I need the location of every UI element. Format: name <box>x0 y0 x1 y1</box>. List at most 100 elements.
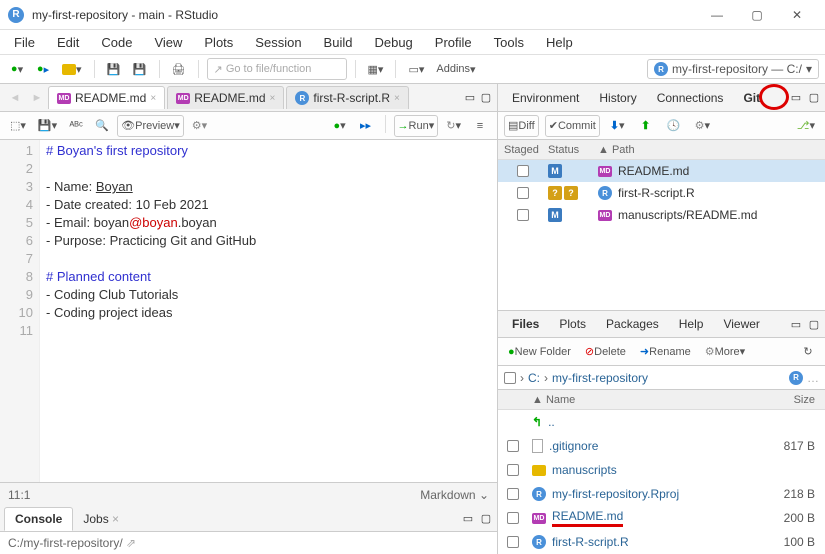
menu-tools[interactable]: Tools <box>484 33 534 52</box>
refresh-button[interactable]: ↻ <box>797 341 819 363</box>
file-type-selector[interactable]: Markdown ⌄ <box>420 488 489 502</box>
menu-code[interactable]: Code <box>91 33 142 52</box>
menu-view[interactable]: View <box>144 33 192 52</box>
menu-file[interactable]: File <box>4 33 45 52</box>
menu-edit[interactable]: Edit <box>47 33 89 52</box>
file-checkbox[interactable] <box>507 488 519 500</box>
preview-button[interactable]: 👁 Preview ▾ <box>117 115 184 137</box>
git-file-row[interactable]: ??Rfirst-R-script.R <box>498 182 825 204</box>
grid-icon[interactable]: ▦▾ <box>364 58 388 80</box>
console-min-icon[interactable]: ▭ <box>461 512 475 526</box>
tab-plots[interactable]: Plots <box>549 313 596 335</box>
rename-button[interactable]: ➜ Rename <box>636 341 695 363</box>
editor-tab[interactable]: Rfirst-R-script.R× <box>286 86 409 109</box>
r-project-icon[interactable]: R <box>789 371 803 385</box>
menu-help[interactable]: Help <box>536 33 583 52</box>
editor-statusbar: 11:1 Markdown ⌄ <box>0 482 497 506</box>
show-outline-button[interactable]: ⬚▾ <box>6 115 30 137</box>
git-file-row[interactable]: MMDREADME.md <box>498 160 825 182</box>
console-body[interactable]: C:/my-first-repository/ ⇗ <box>0 532 497 554</box>
goto-file-input[interactable]: ↗ Go to file/function <box>207 58 347 80</box>
tab-files[interactable]: Files <box>502 313 549 335</box>
save-all-button[interactable]: 💾 <box>129 58 151 80</box>
menu-debug[interactable]: Debug <box>364 33 422 52</box>
outline-toggle-button[interactable]: ≡ <box>469 115 491 137</box>
save-doc-button[interactable]: 💾▾ <box>34 115 61 137</box>
menu-session[interactable]: Session <box>245 33 311 52</box>
minimize-button[interactable]: — <box>697 0 737 30</box>
file-checkbox[interactable] <box>507 536 519 548</box>
pull-button[interactable]: ⬇▾ <box>606 115 629 137</box>
menu-profile[interactable]: Profile <box>425 33 482 52</box>
editor-tab[interactable]: MDREADME.md× <box>167 86 284 109</box>
find-button[interactable]: 🔍 <box>91 115 113 137</box>
delete-button[interactable]: ⊘ Delete <box>581 341 630 363</box>
files-max-icon[interactable]: ▢ <box>807 317 821 331</box>
tab-environment[interactable]: Environment <box>502 87 589 109</box>
addins-button[interactable]: Addins ▾ <box>432 58 479 80</box>
open-file-button[interactable]: ▾ <box>58 58 86 80</box>
menu-build[interactable]: Build <box>314 33 363 52</box>
close-tab-icon[interactable]: × <box>150 93 156 104</box>
select-all-checkbox[interactable] <box>504 372 516 384</box>
new-folder-button[interactable]: ● New Folder <box>504 341 575 363</box>
file-checkbox[interactable] <box>507 512 519 524</box>
pane-layout-button[interactable]: ▭▾ <box>404 58 428 80</box>
pane-max-icon[interactable]: ▢ <box>479 91 493 105</box>
close-button[interactable]: ✕ <box>777 0 817 30</box>
close-tab-icon[interactable]: × <box>270 93 276 104</box>
spellcheck-button[interactable]: ᴬᴮᶜ <box>65 115 87 137</box>
new-file-button[interactable]: ●▾ <box>6 58 28 80</box>
console-max-icon[interactable]: ▢ <box>479 512 493 526</box>
tab-jobs[interactable]: Jobs × <box>73 508 129 530</box>
save-button[interactable]: 💾 <box>103 58 125 80</box>
tab-git[interactable]: Git <box>733 87 770 109</box>
code-editor[interactable]: 1234567891011 # Boyan's first repository… <box>0 140 497 482</box>
file-row[interactable]: Rfirst-R-script.R100 B <box>498 530 825 554</box>
git-branch-button[interactable]: ⎇▾ <box>793 115 819 137</box>
file-row[interactable]: Rmy-first-repository.Rproj218 B <box>498 482 825 506</box>
more-button[interactable]: ⚙ More ▾ <box>701 341 749 363</box>
forward-button[interactable]: ► <box>26 87 48 109</box>
tab-help[interactable]: Help <box>669 313 714 335</box>
push-button[interactable]: ⬆ <box>635 115 657 137</box>
file-row[interactable]: MDREADME.md200 B <box>498 506 825 530</box>
stage-checkbox[interactable] <box>517 209 529 221</box>
file-row[interactable]: .gitignore817 B <box>498 434 825 458</box>
stage-checkbox[interactable] <box>517 187 529 199</box>
file-row[interactable]: ↰.. <box>498 410 825 434</box>
files-breadcrumb[interactable]: › C: › my-first-repository R … <box>498 366 825 390</box>
tab-packages[interactable]: Packages <box>596 313 669 335</box>
goto-chunk-button[interactable]: ▸▸ <box>355 115 377 137</box>
close-tab-icon[interactable]: × <box>394 93 400 104</box>
diff-button[interactable]: ▤ Diff <box>504 115 539 137</box>
file-row[interactable]: manuscripts <box>498 458 825 482</box>
new-project-button[interactable]: ●▸ <box>32 58 54 80</box>
tab-console[interactable]: Console <box>4 507 73 531</box>
git-file-row[interactable]: MMDmanuscripts/README.md <box>498 204 825 226</box>
maximize-button[interactable]: ▢ <box>737 0 777 30</box>
env-max-icon[interactable]: ▢ <box>807 91 821 105</box>
menu-plots[interactable]: Plots <box>194 33 243 52</box>
file-checkbox[interactable] <box>507 440 519 452</box>
project-selector[interactable]: R my-first-repository — C:/ ▾ <box>647 59 819 79</box>
insert-chunk-button[interactable]: ●▾ <box>329 115 351 137</box>
print-button[interactable]: 🖨 <box>168 58 190 80</box>
files-min-icon[interactable]: ▭ <box>789 317 803 331</box>
files-pane-tabs: Files Plots Packages Help Viewer ▭ ▢ <box>498 310 825 338</box>
back-button[interactable]: ◄ <box>4 87 26 109</box>
env-min-icon[interactable]: ▭ <box>789 91 803 105</box>
editor-tab[interactable]: MDREADME.md× <box>48 86 165 109</box>
tab-viewer[interactable]: Viewer <box>713 313 769 335</box>
tab-history[interactable]: History <box>589 87 646 109</box>
git-more-button[interactable]: ⚙▾ <box>691 115 714 137</box>
pane-min-icon[interactable]: ▭ <box>463 91 477 105</box>
git-history-button[interactable]: 🕓 <box>663 115 685 137</box>
run-button[interactable]: → Run ▾ <box>394 115 439 137</box>
tab-connections[interactable]: Connections <box>647 87 734 109</box>
commit-button[interactable]: ✔ Commit <box>545 115 600 137</box>
knit-options-button[interactable]: ⚙▾ <box>188 115 211 137</box>
file-checkbox[interactable] <box>507 464 519 476</box>
source-button[interactable]: ↻▾ <box>442 115 465 137</box>
stage-checkbox[interactable] <box>517 165 529 177</box>
